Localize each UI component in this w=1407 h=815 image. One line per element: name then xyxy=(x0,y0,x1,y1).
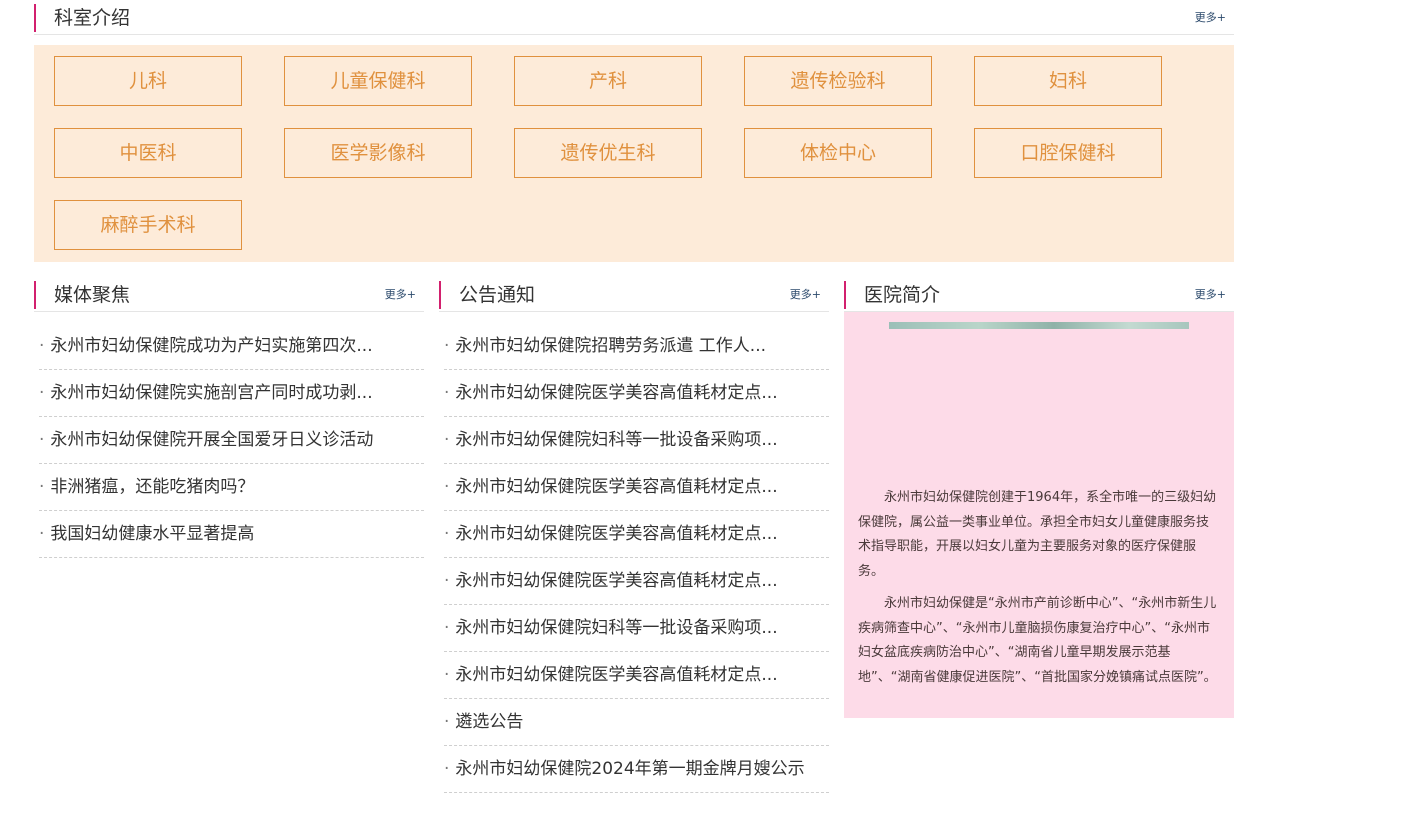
notices-title: 公告通知 xyxy=(459,284,536,306)
dept-button-genetic-testing[interactable]: 遗传检验科 xyxy=(744,56,932,106)
notices-more-link[interactable]: 更多+ xyxy=(790,288,821,302)
intro-paragraph-1: 永州市妇幼保健院创建于1964年，系全市唯一的三级妇幼保健院，属公益一类事业单位… xyxy=(858,490,1217,579)
dept-button-gynecology[interactable]: 妇科 xyxy=(974,56,1162,106)
list-item[interactable]: · 永州市妇幼保健院医学美容高值耗材定点... xyxy=(444,511,829,558)
section-accent-bar xyxy=(844,281,846,309)
list-item[interactable]: · 我国妇幼健康水平显著提高 xyxy=(39,511,424,558)
section-accent-bar xyxy=(439,281,441,309)
list-item[interactable]: · 永州市妇幼保健院妇科等一批设备采购项... xyxy=(444,605,829,652)
media-more-link[interactable]: 更多+ xyxy=(385,288,416,302)
media-title: 媒体聚焦 xyxy=(54,284,131,306)
intro-title: 医院简介 xyxy=(864,284,941,306)
notices-header: 公告通知 更多+ xyxy=(439,281,829,312)
intro-paragraph-2: 永州市妇幼保健是“永州市产前诊断中心”、“永州市新生儿疾病筛查中心”、“永州市儿… xyxy=(858,596,1217,685)
list-item[interactable]: · 永州市妇幼保健院医学美容高值耗材定点... xyxy=(444,652,829,699)
dept-button-child-health[interactable]: 儿童保健科 xyxy=(284,56,472,106)
dept-button-pediatrics[interactable]: 儿科 xyxy=(54,56,242,106)
departments-more-link[interactable]: 更多+ xyxy=(1195,11,1226,25)
list-item[interactable]: · 永州市妇幼保健院妇科等一批设备采购项... xyxy=(444,417,829,464)
list-item[interactable]: · 永州市妇幼保健院医学美容高值耗材定点... xyxy=(444,370,829,417)
dept-button-tcm[interactable]: 中医科 xyxy=(54,128,242,178)
list-item[interactable]: · 永州市妇幼保健院医学美容高值耗材定点... xyxy=(444,464,829,511)
section-accent-bar xyxy=(34,4,36,32)
dept-button-dental[interactable]: 口腔保健科 xyxy=(974,128,1162,178)
intro-panel: 永州市妇幼保健院创建于1964年，系全市唯一的三级妇幼保健院，属公益一类事业单位… xyxy=(844,312,1234,718)
intro-more-link[interactable]: 更多+ xyxy=(1195,288,1226,302)
dept-button-checkup-center[interactable]: 体检中心 xyxy=(744,128,932,178)
list-item[interactable]: · 永州市妇幼保健院2024年第一期金牌月嫂公示 xyxy=(444,746,829,793)
list-item[interactable]: · 永州市妇幼保健院成功为产妇实施第四次... xyxy=(39,323,424,370)
list-item[interactable]: · 非洲猪瘟，还能吃猪肉吗？ xyxy=(39,464,424,511)
dept-button-obstetrics[interactable]: 产科 xyxy=(514,56,702,106)
departments-panel: 儿科 儿童保健科 产科 遗传检验科 妇科 中医科 医学影像科 遗传优生科 体检中… xyxy=(34,45,1234,262)
list-item[interactable]: · 永州市妇幼保健院实施剖宫产同时成功剥... xyxy=(39,370,424,417)
dept-button-anesthesia[interactable]: 麻醉手术科 xyxy=(54,200,242,250)
media-header: 媒体聚焦 更多+ xyxy=(34,281,424,312)
departments-title: 科室介绍 xyxy=(54,7,131,29)
list-item[interactable]: · 永州市妇幼保健院开展全国爱牙日义诊活动 xyxy=(39,417,424,464)
list-item[interactable]: · 永州市妇幼保健院招聘劳务派遣 工作人... xyxy=(444,323,829,370)
dept-button-eugenics[interactable]: 遗传优生科 xyxy=(514,128,702,178)
hospital-image xyxy=(889,322,1189,329)
departments-header: 科室介绍 更多+ xyxy=(34,4,1234,35)
list-item[interactable]: · 遴选公告 xyxy=(444,699,829,746)
intro-header: 医院简介 更多+ xyxy=(844,281,1234,312)
dept-button-imaging[interactable]: 医学影像科 xyxy=(284,128,472,178)
section-accent-bar xyxy=(34,281,36,309)
list-item[interactable]: · 永州市妇幼保健院医学美容高值耗材定点... xyxy=(444,558,829,605)
